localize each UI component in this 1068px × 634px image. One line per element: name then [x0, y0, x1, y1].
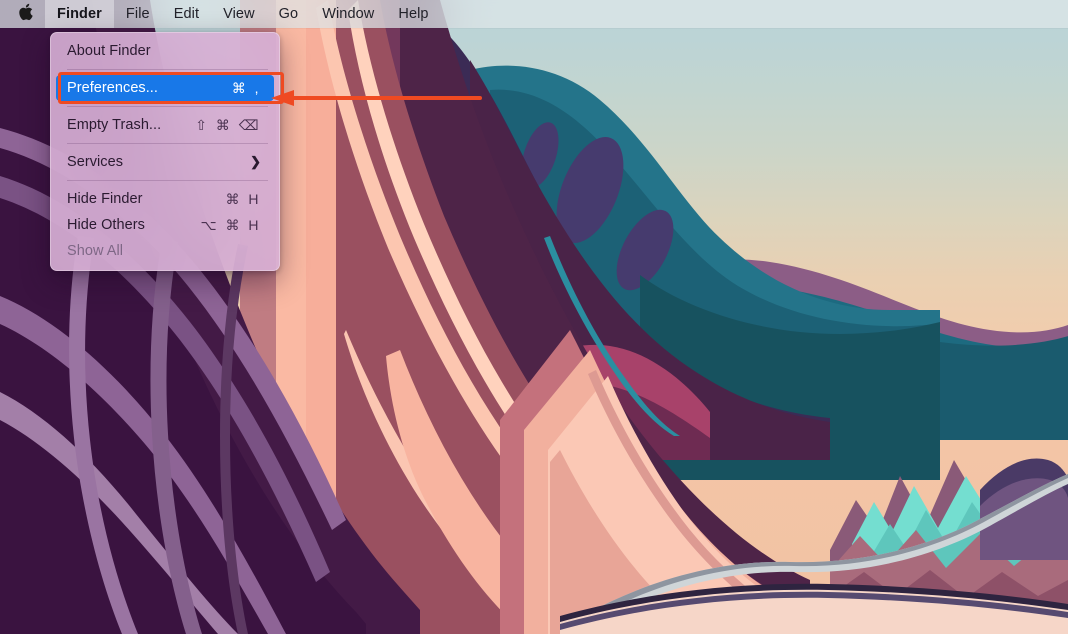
menu-bar-items: Finder File Edit View Go Window Help — [13, 0, 441, 28]
menu-bar-item-file[interactable]: File — [114, 0, 162, 28]
apple-menu-button[interactable] — [13, 0, 45, 28]
chevron-right-icon: ❯ — [250, 154, 263, 170]
desktop-screen: Finder File Edit View Go Window Help Abo… — [0, 0, 1068, 634]
menu-item-shortcut: ⌘ , — [232, 80, 263, 97]
menu-bar-item-finder[interactable]: Finder — [45, 0, 114, 28]
menu-item-label: Show All — [67, 243, 261, 259]
menu-bar-item-window[interactable]: Window — [310, 0, 386, 28]
menu-bar-item-label: View — [223, 6, 255, 22]
macos-menu-bar[interactable]: Finder File Edit View Go Window Help — [0, 0, 1068, 28]
menu-bar-item-go[interactable]: Go — [267, 0, 311, 28]
menu-item-shortcut: ⌥ ⌘ H — [200, 217, 263, 234]
menu-bar-item-edit[interactable]: Edit — [162, 0, 211, 28]
menu-item-preferences[interactable]: Preferences... ⌘ , — [56, 75, 274, 101]
menu-bar-item-label: Edit — [174, 6, 199, 22]
menu-separator — [67, 143, 268, 144]
menu-separator — [67, 69, 268, 70]
finder-dropdown-menu[interactable]: About Finder Preferences... ⌘ , Empty Tr… — [50, 32, 280, 271]
menu-item-label: Preferences... — [67, 80, 232, 96]
wallpaper-guardrail — [560, 576, 1068, 634]
menu-separator — [67, 180, 268, 181]
apple-logo-icon — [18, 3, 33, 24]
menu-item-label: Services — [67, 154, 250, 170]
menu-bar-item-label: Window — [322, 6, 374, 22]
menu-separator — [67, 106, 268, 107]
wallpaper-teal-streak — [540, 236, 680, 436]
menu-item-services[interactable]: Services ❯ — [56, 149, 274, 175]
menu-item-about-finder[interactable]: About Finder — [56, 38, 274, 64]
menu-item-hide-others[interactable]: Hide Others ⌥ ⌘ H — [56, 212, 274, 238]
menu-item-shortcut: ⌘ H — [226, 191, 264, 208]
callout-arrow-icon — [270, 90, 482, 106]
menu-bar-item-label: File — [126, 6, 150, 22]
menu-item-empty-trash[interactable]: Empty Trash... ⇧ ⌘ ⌫ — [56, 112, 274, 138]
menu-item-show-all: Show All — [56, 238, 274, 264]
menu-item-label: Empty Trash... — [67, 117, 195, 133]
menu-item-label: About Finder — [67, 43, 261, 59]
menu-bar-item-help[interactable]: Help — [386, 0, 440, 28]
menu-item-label: Hide Finder — [67, 191, 226, 207]
menu-bar-item-view[interactable]: View — [211, 0, 267, 28]
menu-item-shortcut: ⇧ ⌘ ⌫ — [195, 117, 263, 134]
menu-bar-item-label: Go — [279, 6, 299, 22]
menu-item-hide-finder[interactable]: Hide Finder ⌘ H — [56, 186, 274, 212]
menu-bar-item-label: Finder — [57, 6, 102, 22]
menu-bar-item-label: Help — [398, 6, 428, 22]
menu-item-label: Hide Others — [67, 217, 200, 233]
